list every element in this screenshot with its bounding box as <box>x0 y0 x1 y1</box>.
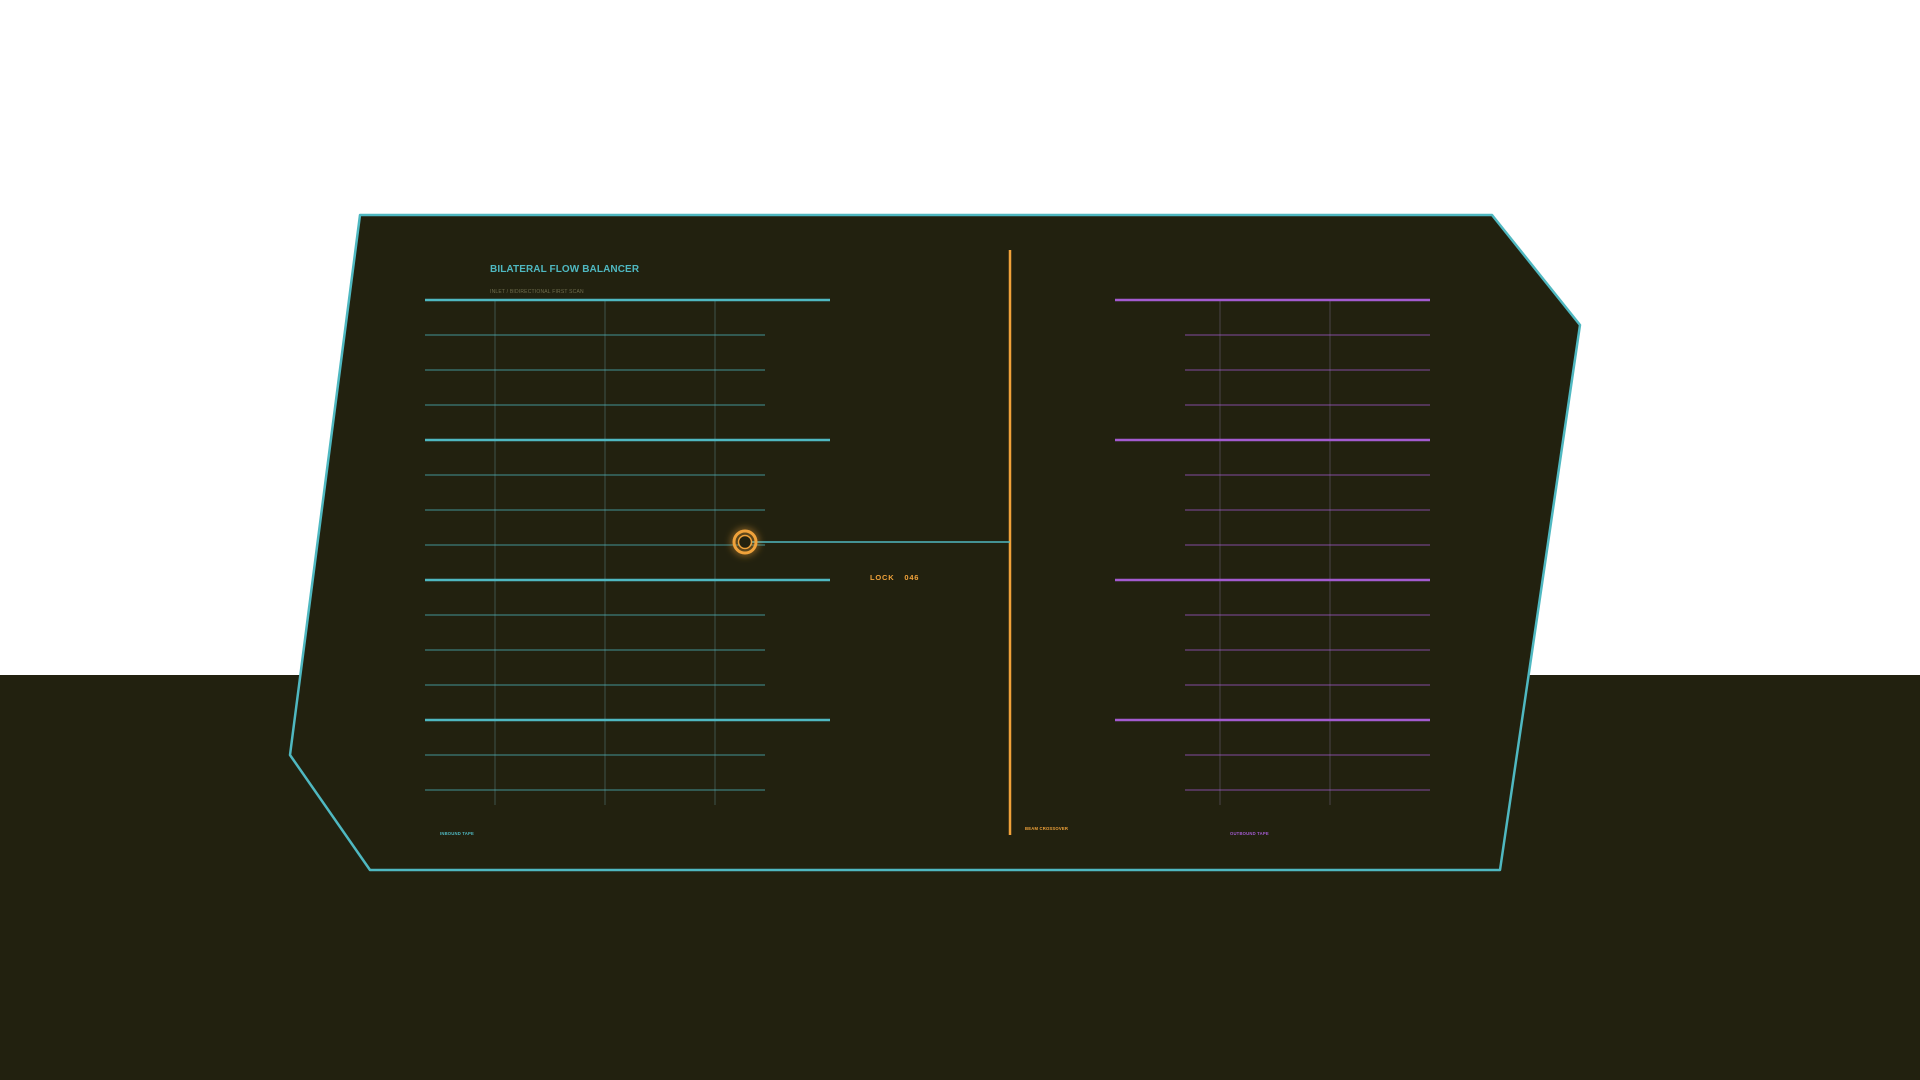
page-title: BILATERAL FLOW BALANCER <box>490 264 640 275</box>
page-subtitle: INLET / BIDIRECTIONAL FIRST SCAN <box>490 289 584 295</box>
inbound-label: INBOUND TAPE <box>440 831 474 836</box>
lock-label: LOCK 046 <box>870 573 919 582</box>
flow-balancer-scene: BILATERAL FLOW BALANCER INLET / BIDIRECT… <box>288 213 1582 872</box>
lock-label-prefix: LOCK <box>870 573 894 582</box>
crossover-label: BEAM CROSSOVER <box>1025 826 1068 831</box>
outbound-label: OUTBOUND TAPE <box>1230 831 1269 836</box>
lock-value: 046 <box>904 573 919 582</box>
